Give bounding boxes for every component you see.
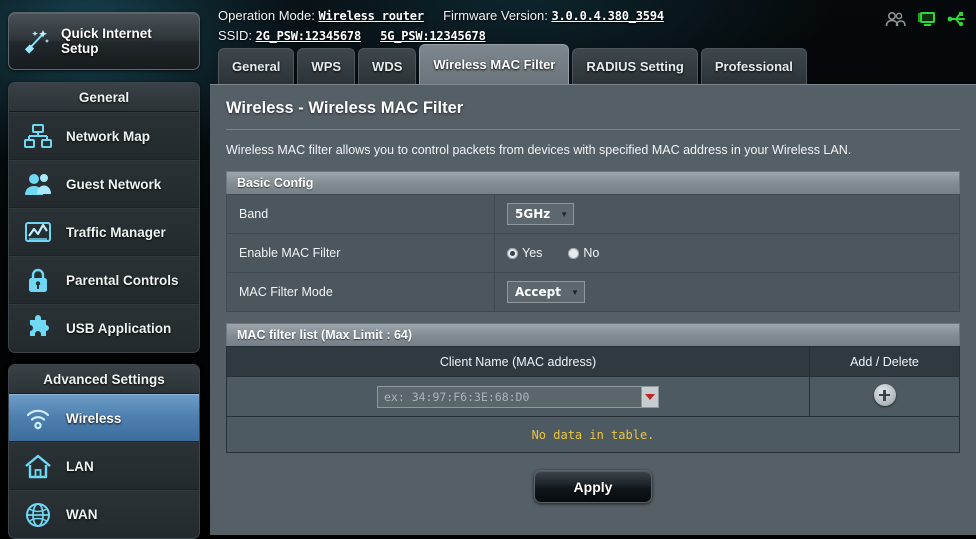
sidebar-group-general: General Network Map Guest Network Traffi…: [8, 82, 200, 353]
radio-no-indicator: [568, 247, 580, 259]
mac-address-entry: [377, 385, 659, 408]
sidebar-item-network-map[interactable]: Network Map: [9, 112, 199, 160]
mac-filter-list-table: Client Name (MAC address) Add / Delete: [226, 346, 960, 417]
apply-button[interactable]: Apply: [534, 470, 652, 503]
clients-icon[interactable]: [884, 8, 906, 30]
tab-professional[interactable]: Professional: [700, 48, 807, 84]
caret-down-icon: [645, 393, 655, 400]
sidebar-item-label: USB Application: [66, 321, 172, 336]
band-select[interactable]: 5GHz ▼: [507, 203, 575, 225]
header-line-operation: Operation Mode: Wireless router Firmware…: [218, 6, 976, 26]
mac-filter-list-section-header: MAC filter list (Max Limit : 64): [226, 323, 960, 346]
wireless-icon: [23, 403, 53, 433]
sidebar-item-label: Guest Network: [66, 176, 162, 192]
home-icon: [23, 451, 53, 481]
table-row: [226, 376, 960, 417]
sidebar: Quick Internet Setup General Network Map…: [0, 0, 208, 539]
sidebar-item-label: Wireless: [66, 410, 122, 426]
header-icon-group: [884, 8, 968, 30]
radio-yes-indicator: [507, 247, 518, 259]
chevron-down-icon: ▼: [560, 209, 569, 219]
empty-table-message: No data in table.: [226, 417, 960, 453]
firmware-value[interactable]: 3.0.0.4.380_3594: [551, 9, 664, 23]
usb-icon[interactable]: [946, 8, 968, 30]
operation-mode-value[interactable]: Wireless router: [318, 9, 424, 23]
row-band: Band 5GHz ▼: [226, 194, 960, 234]
radio-yes-label: Yes: [522, 246, 543, 260]
band-label: Band: [226, 194, 495, 234]
column-header-add-delete: Add / Delete: [809, 346, 960, 377]
sidebar-item-label: Parental Controls: [66, 272, 179, 288]
mac-filter-mode-value: Accept: [515, 285, 561, 299]
enable-mac-filter-radio-group: Yes No: [507, 246, 959, 260]
apply-row: Apply: [226, 470, 960, 503]
traffic-manager-icon: [23, 217, 53, 247]
sidebar-item-label: LAN: [66, 458, 94, 474]
sidebar-item-wan[interactable]: WAN: [9, 490, 199, 538]
sidebar-group-general-title: General: [9, 83, 199, 112]
radio-no-label: No: [583, 246, 600, 260]
sidebar-group-advanced: Advanced Settings Wireless LAN WAN: [8, 364, 200, 539]
quick-internet-setup-button[interactable]: Quick Internet Setup: [8, 12, 200, 70]
table-header-row: Client Name (MAC address) Add / Delete: [226, 346, 960, 377]
sidebar-group-advanced-title: Advanced Settings: [9, 365, 199, 394]
header-line-ssid: SSID: 2G_PSW:12345678 5G_PSW:12345678: [218, 26, 976, 46]
row-mac-filter-mode: MAC Filter Mode Accept ▼: [226, 272, 960, 312]
tab-general[interactable]: General: [218, 48, 295, 84]
sidebar-item-label: Network Map: [66, 128, 151, 144]
tab-bar: General WPS WDS Wireless MAC Filter RADI…: [218, 44, 807, 84]
status-header: Operation Mode: Wireless router Firmware…: [208, 0, 976, 44]
quick-internet-setup-label: Quick Internet Setup: [61, 26, 152, 56]
tab-radius-setting[interactable]: RADIUS Setting: [572, 48, 698, 84]
page-title: Wireless - Wireless MAC Filter: [226, 99, 960, 130]
page-description: Wireless MAC filter allows you to contro…: [226, 143, 852, 157]
mac-client-dropdown-button[interactable]: [641, 385, 659, 408]
sidebar-item-usb-application[interactable]: USB Application: [9, 304, 199, 352]
operation-mode-label: Operation Mode:: [218, 8, 315, 23]
main-content: Wireless - Wireless MAC Filter Wireless …: [210, 84, 976, 535]
lock-icon: [23, 265, 53, 295]
globe-icon: [23, 500, 53, 530]
puzzle-piece-icon: [23, 314, 53, 344]
sidebar-item-guest-network[interactable]: Guest Network: [9, 160, 199, 208]
sidebar-item-parental-controls[interactable]: Parental Controls: [9, 256, 199, 304]
basic-config-section-header: Basic Config: [226, 171, 960, 194]
firmware-label: Firmware Version:: [443, 8, 548, 23]
network-map-icon: [23, 121, 53, 151]
mac-filter-mode-select[interactable]: Accept ▼: [507, 281, 585, 303]
column-header-client-name: Client Name (MAC address): [226, 346, 810, 377]
tab-wps[interactable]: WPS: [297, 48, 356, 84]
ssid-2g-value[interactable]: 2G_PSW:12345678: [256, 29, 362, 43]
router-admin-page: Quick Internet Setup General Network Map…: [0, 0, 976, 539]
magic-wand-icon: [21, 26, 51, 56]
sidebar-item-label: WAN: [66, 507, 98, 522]
add-mac-button[interactable]: [873, 384, 896, 406]
sidebar-item-lan[interactable]: LAN: [9, 442, 199, 490]
enable-mac-filter-label: Enable MAC Filter: [226, 233, 495, 273]
tab-wds[interactable]: WDS: [358, 48, 417, 84]
mac-address-input[interactable]: [377, 385, 641, 408]
ssid-5g-value[interactable]: 5G_PSW:12345678: [380, 29, 486, 43]
ssid-label: SSID:: [218, 28, 252, 43]
sidebar-item-label: Traffic Manager: [66, 224, 166, 240]
monitor-icon[interactable]: [915, 8, 937, 30]
sidebar-item-traffic-manager[interactable]: Traffic Manager: [9, 208, 199, 256]
radio-yes[interactable]: Yes: [507, 246, 542, 260]
sidebar-item-wireless[interactable]: Wireless: [9, 394, 199, 442]
tab-wireless-mac-filter[interactable]: Wireless MAC Filter: [419, 44, 570, 84]
radio-no[interactable]: No: [568, 246, 599, 260]
mac-filter-mode-label: MAC Filter Mode: [226, 272, 495, 312]
row-enable-mac-filter: Enable MAC Filter Yes No: [226, 233, 960, 273]
chevron-down-icon: ▼: [570, 287, 579, 297]
basic-config-table: Band 5GHz ▼ Enable MAC Filter Yes No MAC…: [226, 194, 960, 312]
band-select-value: 5GHz: [515, 207, 551, 221]
guest-network-icon: [23, 169, 53, 199]
